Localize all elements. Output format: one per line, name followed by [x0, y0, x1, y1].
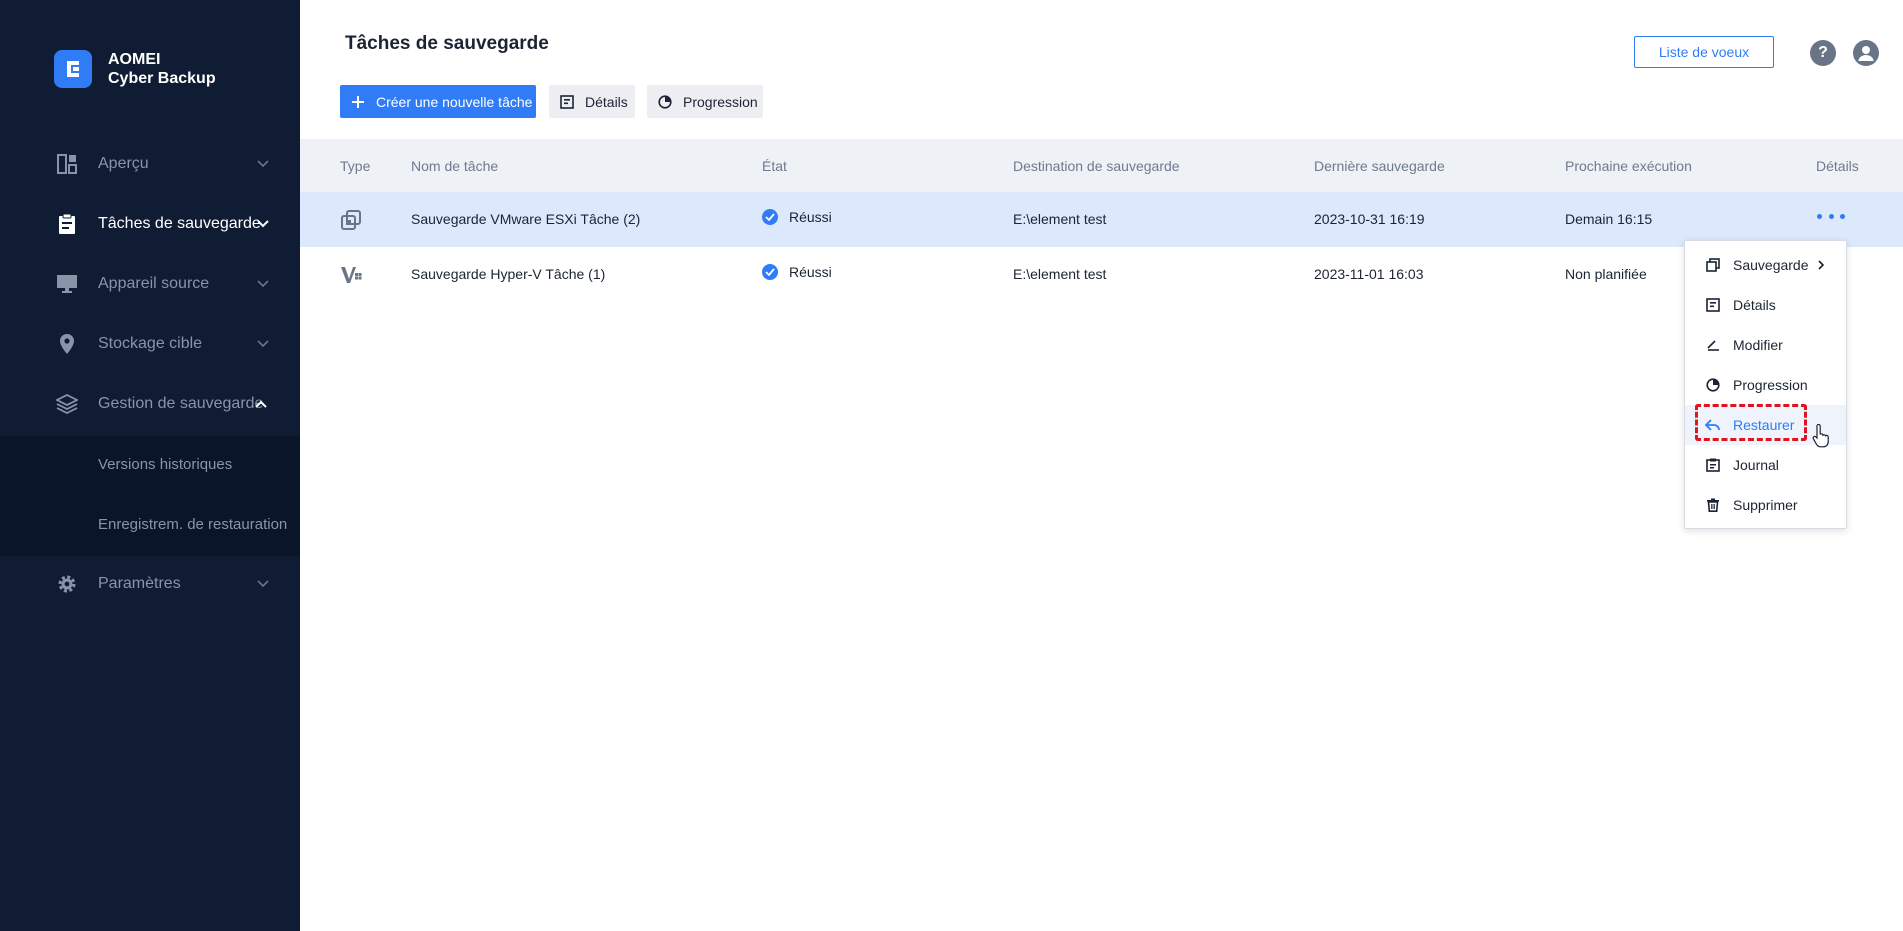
clipboard-icon [56, 213, 78, 235]
submenu-gestion: Versions historiques Enregistrem. de res… [0, 436, 300, 556]
chevron-down-icon [256, 337, 270, 351]
sidebar-item-label: Paramètres [98, 575, 181, 592]
chevron-down-icon [256, 217, 270, 231]
last-backup: 2023-11-01 16:03 [1314, 266, 1424, 282]
sidebar-item-appareil[interactable]: Appareil source [0, 254, 300, 314]
gear-icon [56, 573, 78, 595]
status-text: Réussi [789, 209, 832, 225]
sidebar: AOMEI Cyber Backup Aperçu Tâches de sauv… [0, 0, 300, 931]
user-avatar-icon[interactable] [1853, 40, 1879, 66]
brand: AOMEI Cyber Backup [54, 50, 216, 88]
page-title: Tâches de sauvegarde [345, 33, 549, 54]
brand-line1: AOMEI [108, 51, 161, 68]
chevron-down-icon [256, 277, 270, 291]
sidebar-item-label: Gestion de sauvegarde [98, 395, 264, 412]
chevron-right-icon [1816, 260, 1826, 270]
column-header-details: Détails [1816, 158, 1859, 174]
wishlist-button[interactable]: Liste de voeux [1634, 36, 1774, 68]
edit-icon [1705, 337, 1721, 353]
progress-label: Progression [683, 93, 758, 110]
copy-icon [1705, 257, 1721, 273]
aomei-logo-icon [54, 50, 92, 88]
menu-item-label: Journal [1733, 457, 1779, 473]
menu-item-label: Sauvegarde [1733, 257, 1809, 273]
vmware-icon [340, 209, 362, 231]
sidebar-subitem-enregistrements[interactable]: Enregistrem. de restauration [98, 516, 287, 533]
destination: E:\element test [1013, 266, 1107, 282]
sidebar-item-label: Stockage cible [98, 335, 203, 352]
next-run: Demain 16:15 [1565, 211, 1653, 227]
sidebar-subitem-versions[interactable]: Versions historiques [98, 456, 232, 473]
brand-line2: Cyber Backup [108, 70, 216, 87]
sidebar-item-label: Appareil source [98, 275, 210, 292]
hyperv-icon [340, 264, 362, 286]
details-icon [1705, 297, 1721, 313]
create-task-button[interactable]: Créer une nouvelle tâche [340, 85, 536, 118]
column-header-next-run: Prochaine exécution [1565, 158, 1692, 174]
menu-item-sauvegarde[interactable]: Sauvegarde [1685, 245, 1846, 285]
progress-icon [1705, 377, 1721, 393]
hand-cursor-icon [1812, 423, 1830, 448]
task-name: Sauvegarde Hyper-V Tâche (1) [411, 266, 606, 282]
menu-item-details[interactable]: Détails [1685, 285, 1846, 325]
chevron-up-icon [254, 397, 268, 411]
progress-icon [657, 94, 673, 110]
column-header-type: Type [340, 158, 371, 174]
help-icon[interactable]: ? [1810, 40, 1836, 66]
next-run: Non planifiée [1565, 266, 1647, 282]
context-menu: Sauvegarde Détails Modifier Progression … [1684, 240, 1847, 529]
trash-icon [1705, 497, 1721, 513]
layers-icon [56, 393, 78, 415]
table-row[interactable]: Sauvegarde Hyper-V Tâche (1) Réussi E:\e… [300, 247, 1903, 302]
details-button[interactable]: Détails [549, 85, 635, 118]
destination: E:\element test [1013, 211, 1107, 227]
details-label: Détails [585, 93, 628, 110]
plus-icon [350, 94, 366, 110]
menu-item-label: Progression [1733, 377, 1808, 393]
restore-highlight-box [1695, 404, 1807, 441]
sidebar-item-taches[interactable]: Tâches de sauvegarde [0, 194, 300, 254]
sidebar-item-stockage[interactable]: Stockage cible [0, 314, 300, 374]
task-name: Sauvegarde VMware ESXi Tâche (2) [411, 211, 641, 227]
chevron-down-icon [256, 157, 270, 171]
sidebar-item-gestion[interactable]: Gestion de sauvegarde [0, 374, 300, 434]
table-header: Type Nom de tâche État Destination de sa… [300, 139, 1903, 192]
status-badge: Réussi [762, 209, 832, 225]
details-icon [559, 94, 575, 110]
sidebar-item-parametres[interactable]: Paramètres [0, 554, 300, 614]
chevron-down-icon [256, 577, 270, 591]
sidebar-item-label: Tâches de sauvegarde [98, 215, 261, 232]
menu-item-progression[interactable]: Progression [1685, 365, 1846, 405]
menu-item-label: Modifier [1733, 337, 1783, 353]
journal-icon [1705, 457, 1721, 473]
create-task-label: Créer une nouvelle tâche [376, 93, 533, 110]
check-icon [762, 209, 778, 225]
column-header-name: Nom de tâche [411, 158, 499, 174]
last-backup: 2023-10-31 16:19 [1314, 211, 1425, 227]
column-header-state: État [762, 158, 787, 174]
brand-name: AOMEI Cyber Backup [108, 50, 216, 88]
location-pin-icon [56, 333, 78, 355]
monitor-icon [56, 273, 78, 295]
table-row[interactable]: Sauvegarde VMware ESXi Tâche (2) Réussi … [300, 192, 1903, 247]
check-icon [762, 264, 778, 280]
more-options-icon[interactable] [1817, 206, 1845, 226]
column-header-destination: Destination de sauvegarde [1013, 158, 1180, 174]
status-badge: Réussi [762, 264, 832, 280]
menu-item-label: Détails [1733, 297, 1776, 313]
column-header-last-backup: Dernière sauvegarde [1314, 158, 1445, 174]
progress-button[interactable]: Progression [647, 85, 763, 118]
menu-item-label: Supprimer [1733, 497, 1798, 513]
menu-item-modifier[interactable]: Modifier [1685, 325, 1846, 365]
sidebar-item-apercu[interactable]: Aperçu [0, 134, 300, 194]
sidebar-item-label: Aperçu [98, 155, 149, 172]
menu-item-journal[interactable]: Journal [1685, 445, 1846, 485]
menu-item-supprimer[interactable]: Supprimer [1685, 485, 1846, 525]
status-text: Réussi [789, 264, 832, 280]
dashboard-icon [56, 153, 78, 175]
